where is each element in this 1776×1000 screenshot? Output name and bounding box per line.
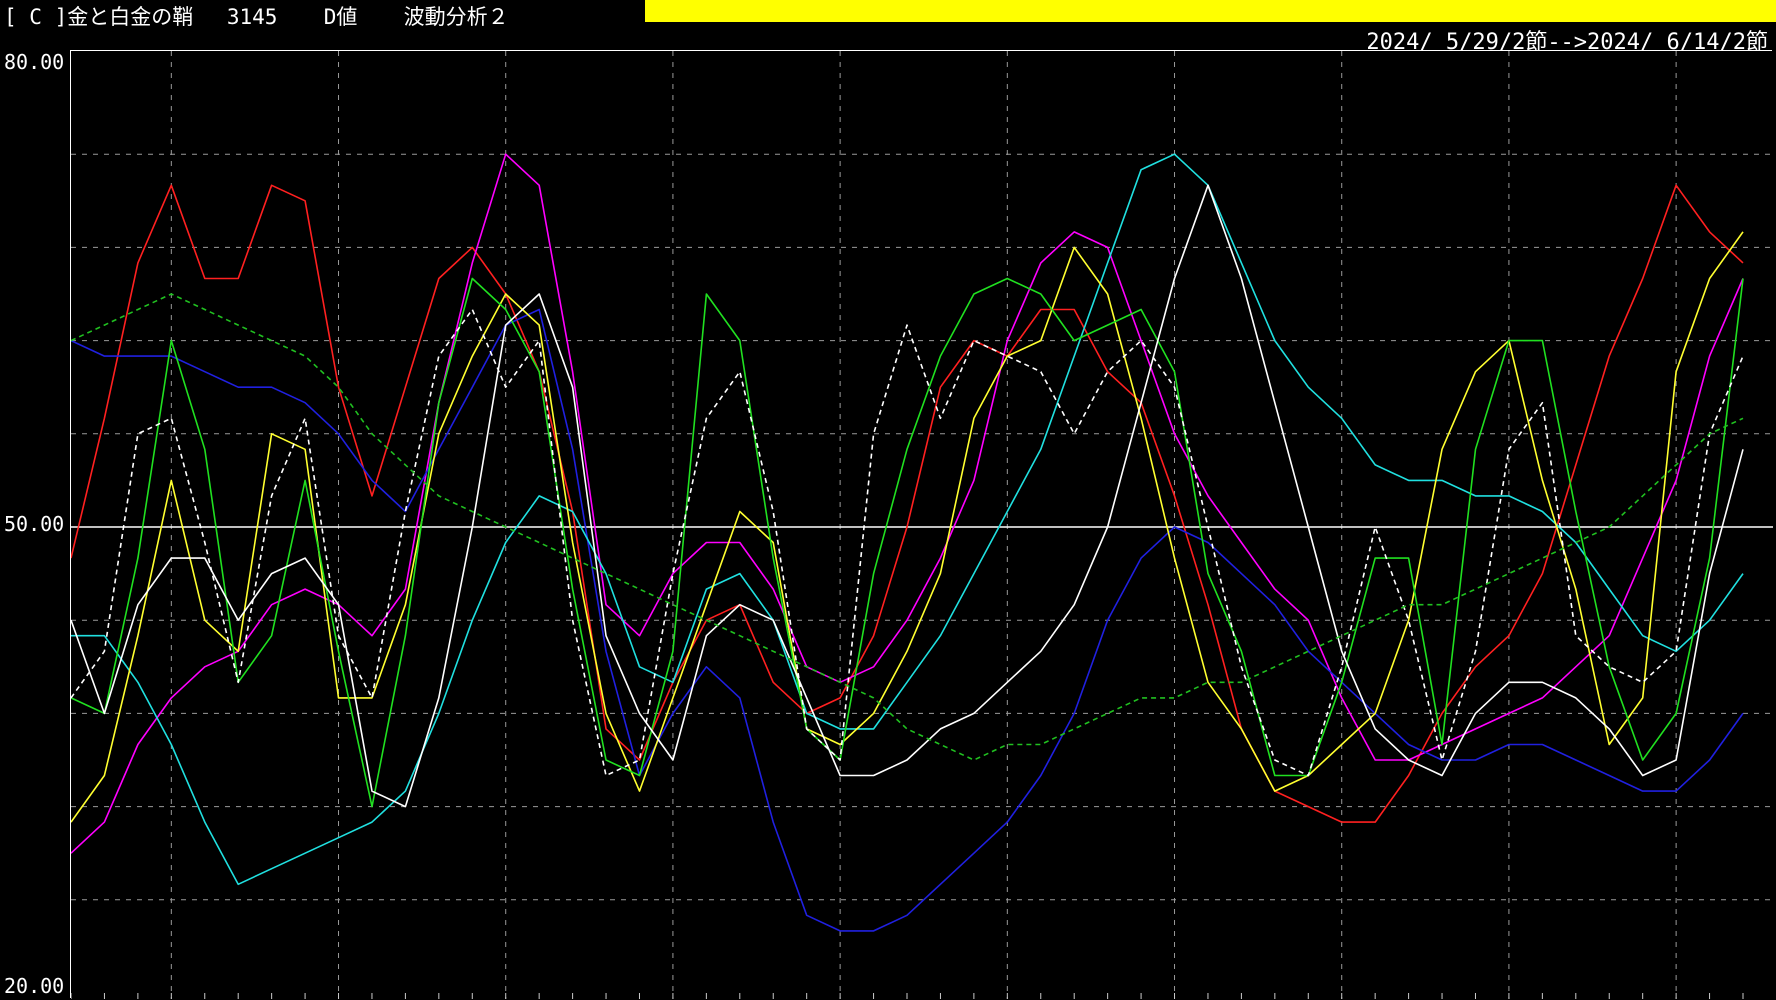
series-line-4 — [71, 153, 1744, 886]
line-chart — [71, 51, 1773, 999]
y-tick-label-min: 20.00 — [4, 974, 65, 998]
accent-bar — [645, 0, 1776, 22]
series-line-2 — [71, 153, 1744, 854]
series-line-8 — [71, 308, 1744, 777]
title-bar: [ C ]金と白金の鞘 3145 D値 波動分析２ — [0, 0, 1776, 29]
chart-plot-area — [70, 50, 1773, 999]
series-line-1 — [71, 184, 1744, 823]
chart-title: [ C ]金と白金の鞘 3145 D値 波動分析２ — [4, 5, 509, 29]
y-tick-label-max: 80.00 — [4, 50, 65, 74]
y-tick-label-mid: 50.00 — [4, 512, 65, 536]
series-line-6 — [71, 277, 1744, 808]
